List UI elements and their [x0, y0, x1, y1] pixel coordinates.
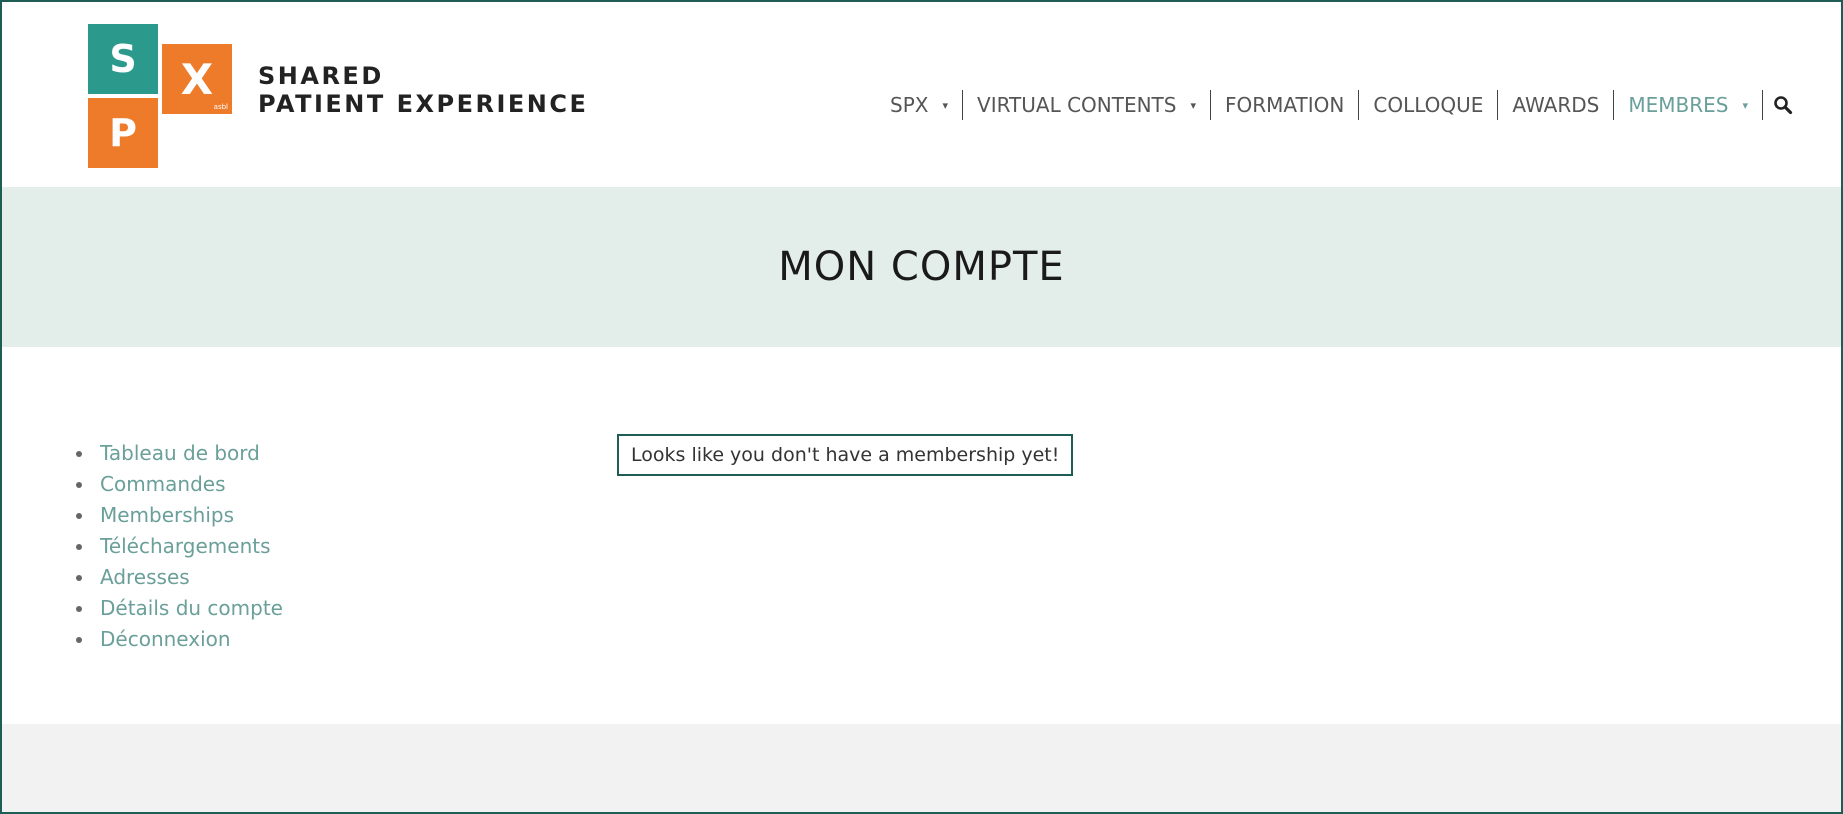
nav-item-label: VIRTUAL CONTENTS [977, 93, 1177, 117]
site-header: S Xasbl P SHARED PATIENT EXPERIENCE SPX … [2, 2, 1841, 187]
brand-line-1: SHARED [258, 62, 384, 90]
page-title-band: MON COMPTE [2, 187, 1841, 347]
account-nav-downloads[interactable]: Téléchargements [74, 531, 283, 562]
footer-area [2, 724, 1841, 812]
nav-item-label: FORMATION [1225, 93, 1345, 117]
account-content: Tableau de bord Commandes Memberships Té… [2, 347, 1841, 724]
nav-item-label: COLLOQUE [1373, 93, 1484, 117]
chevron-down-icon: ▾ [1190, 98, 1196, 112]
nav-item-label: SPX [890, 93, 929, 117]
account-nav-dashboard[interactable]: Tableau de bord [74, 438, 283, 469]
nav-item-membres[interactable]: MEMBRES ▾ [1614, 90, 1762, 120]
brand-line-2: PATIENT EXPERIENCE [258, 90, 589, 118]
chevron-down-icon: ▾ [1742, 98, 1748, 112]
account-nav-addresses[interactable]: Adresses [74, 562, 283, 593]
logo-x-tile: Xasbl [162, 44, 232, 114]
account-nav-account-details[interactable]: Détails du compte [74, 593, 283, 624]
account-nav-logout[interactable]: Déconnexion [74, 624, 283, 655]
nav-item-colloque[interactable]: COLLOQUE [1359, 90, 1497, 120]
search-button[interactable] [1763, 95, 1799, 115]
logo-s-tile: S [88, 24, 158, 94]
page-frame: S Xasbl P SHARED PATIENT EXPERIENCE SPX … [0, 0, 1843, 814]
page-title: MON COMPTE [778, 244, 1065, 290]
account-navigation: Tableau de bord Commandes Memberships Té… [74, 438, 283, 655]
main-nav: SPX ▾ VIRTUAL CONTENTS ▾ FORMATION COLLO… [876, 90, 1799, 120]
brand-name[interactable]: SHARED PATIENT EXPERIENCE [258, 62, 588, 118]
account-nav-orders[interactable]: Commandes [74, 469, 283, 500]
chevron-down-icon: ▾ [942, 98, 949, 112]
nav-item-formation[interactable]: FORMATION [1211, 90, 1358, 120]
account-nav-memberships[interactable]: Memberships [74, 500, 283, 531]
logo-tagline: asbl [213, 103, 228, 111]
nav-item-label: MEMBRES [1628, 93, 1729, 117]
logo-letter-x: X [180, 54, 214, 104]
logo-p-tile: P [88, 98, 158, 168]
logo-letter-p: P [109, 111, 137, 155]
nav-item-awards[interactable]: AWARDS [1498, 90, 1613, 120]
nav-item-virtual-contents[interactable]: VIRTUAL CONTENTS ▾ [963, 90, 1210, 120]
logo-letter-s: S [109, 37, 137, 81]
spx-logo[interactable]: S Xasbl P [88, 24, 234, 168]
membership-notice: Looks like you don't have a membership y… [617, 434, 1074, 476]
nav-item-label: AWARDS [1512, 93, 1600, 117]
search-icon [1774, 96, 1793, 115]
nav-item-spx[interactable]: SPX ▾ [876, 90, 962, 120]
